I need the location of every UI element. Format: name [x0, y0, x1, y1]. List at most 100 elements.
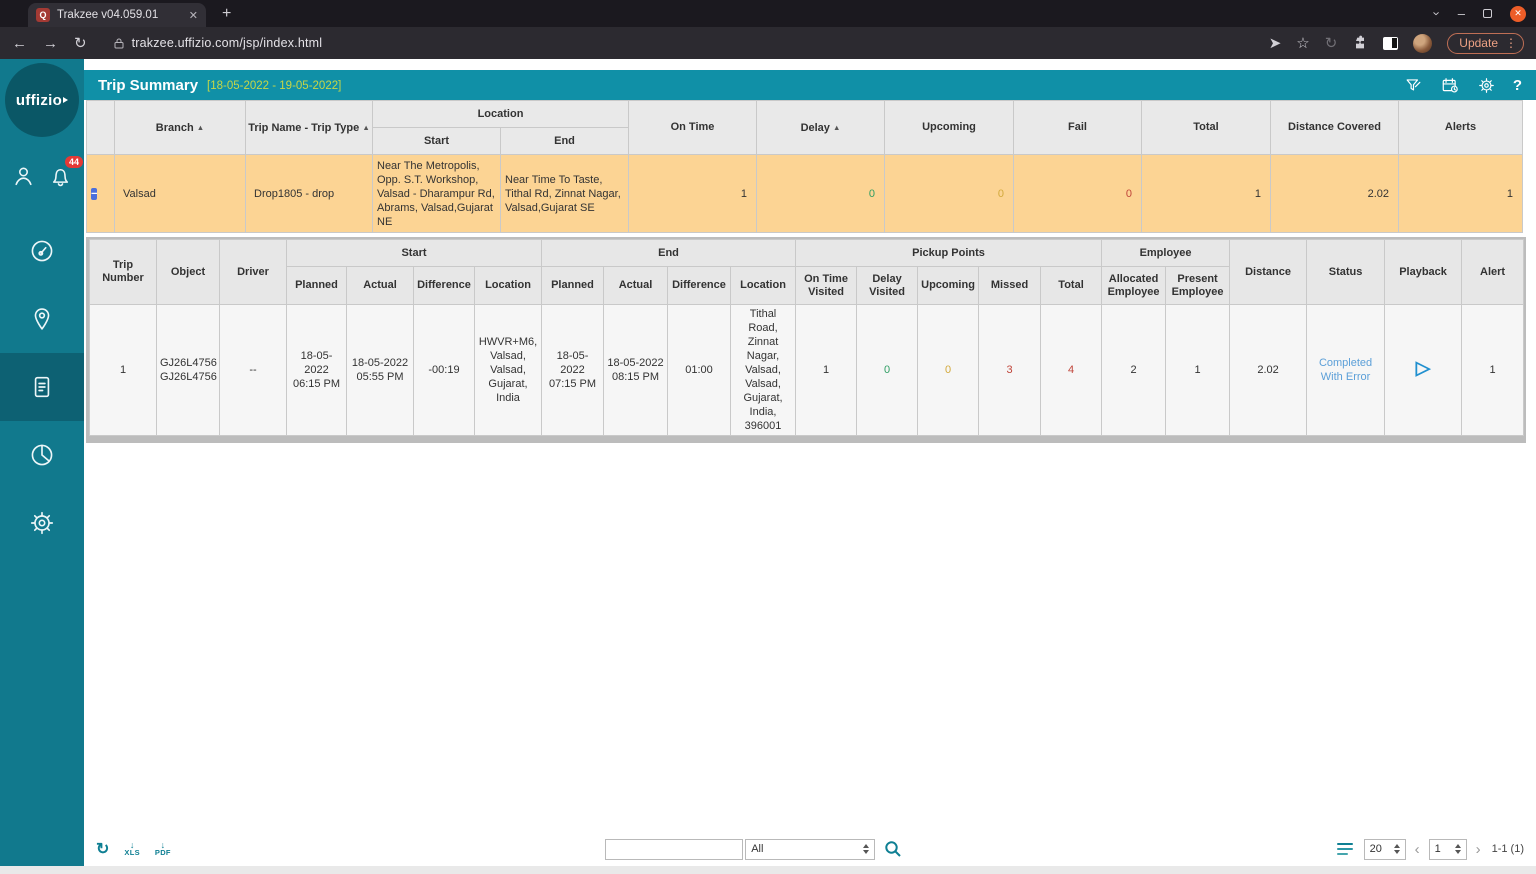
- sidebar-item-reports[interactable]: [0, 353, 84, 421]
- delay-cell: 0: [757, 155, 885, 233]
- trip-detail-table: Trip Number Object Driver Start End Pick…: [89, 239, 1524, 436]
- send-icon[interactable]: ➤: [1269, 34, 1282, 52]
- filter-funnel-icon[interactable]: [1404, 76, 1423, 95]
- alerts-cell: 1: [1399, 155, 1523, 233]
- col-start-location[interactable]: Location: [475, 267, 542, 305]
- trip-detail-frame: Trip Number Object Driver Start End Pick…: [86, 237, 1526, 443]
- sidebar-item-analytics[interactable]: [0, 421, 84, 489]
- col-allocated-employee[interactable]: Allocated Employee: [1102, 267, 1166, 305]
- uffizio-logo[interactable]: uffizio: [5, 63, 79, 137]
- profile-avatar[interactable]: [1413, 34, 1432, 53]
- export-xls-button[interactable]: ↓ XLS: [124, 841, 140, 857]
- col-pp-upcoming[interactable]: Upcoming: [918, 267, 979, 305]
- col-alert[interactable]: Alert: [1462, 240, 1524, 305]
- start-actual-cell: 18-05-2022 05:55 PM: [347, 305, 414, 436]
- col-pp-total[interactable]: Total: [1041, 267, 1102, 305]
- col-start-actual[interactable]: Actual: [347, 267, 414, 305]
- help-icon[interactable]: ?: [1513, 77, 1522, 94]
- new-tab-button[interactable]: +: [222, 5, 231, 23]
- col-start-group: Start: [287, 240, 542, 267]
- col-start-planned[interactable]: Planned: [287, 267, 347, 305]
- report-document-icon: [28, 373, 56, 401]
- start-difference-cell: -00:19: [414, 305, 475, 436]
- search-icon[interactable]: [884, 840, 902, 858]
- col-start-difference[interactable]: Difference: [414, 267, 475, 305]
- sidebar-toggle-icon[interactable]: [1383, 37, 1398, 50]
- window-close-button[interactable]: ✕: [1510, 6, 1526, 22]
- col-end-difference[interactable]: Difference: [668, 267, 731, 305]
- page-size-stepper[interactable]: 20: [1364, 839, 1406, 860]
- col-trip-number[interactable]: Trip Number: [90, 240, 157, 305]
- col-on-time[interactable]: On Time: [629, 101, 757, 155]
- col-alerts[interactable]: Alerts: [1399, 101, 1523, 155]
- extensions-puzzle-icon[interactable]: [1352, 35, 1368, 51]
- col-driver[interactable]: Driver: [220, 240, 287, 305]
- forward-button[interactable]: →: [43, 35, 58, 52]
- end-actual-cell: 18-05-2022 08:15 PM: [604, 305, 668, 436]
- tab-search-icon[interactable]: ›: [1430, 11, 1445, 15]
- sidebar-item-user[interactable]: [10, 163, 37, 195]
- back-button[interactable]: ←: [12, 35, 27, 52]
- col-distance-covered[interactable]: Distance Covered: [1271, 101, 1399, 155]
- row-checkbox[interactable]: −: [91, 188, 97, 200]
- search-input[interactable]: [605, 839, 743, 860]
- col-location-end[interactable]: End: [501, 128, 629, 155]
- page-number-stepper[interactable]: 1: [1429, 839, 1467, 860]
- col-end-actual[interactable]: Actual: [604, 267, 668, 305]
- sidebar-item-tracking[interactable]: [0, 285, 84, 353]
- col-delay[interactable]: Delay ▲: [757, 101, 885, 155]
- col-end-planned[interactable]: Planned: [542, 267, 604, 305]
- browser-menu-icon[interactable]: ⋮: [1505, 36, 1517, 50]
- tab-close-icon[interactable]: ✕: [189, 9, 198, 22]
- sidebar-item-dashboard[interactable]: [0, 217, 84, 285]
- fail-cell: 0: [1014, 155, 1142, 233]
- address-bar[interactable]: trakzee.uffizio.com/jsp/index.html: [113, 36, 1253, 50]
- prev-page-button[interactable]: ‹: [1415, 841, 1420, 858]
- bookmark-star-icon[interactable]: ☆: [1296, 34, 1309, 52]
- col-status[interactable]: Status: [1307, 240, 1385, 305]
- row-select-cell: −: [87, 155, 115, 233]
- col-object[interactable]: Object: [157, 240, 220, 305]
- on-time-cell: 1: [629, 155, 757, 233]
- reload-button[interactable]: ↻: [74, 34, 87, 52]
- col-fail[interactable]: Fail: [1014, 101, 1142, 155]
- header-gear-icon[interactable]: [1477, 76, 1496, 95]
- update-button[interactable]: Update ⋮: [1447, 33, 1524, 54]
- col-on-time-visited[interactable]: On Time Visited: [796, 267, 857, 305]
- col-delay-visited[interactable]: Delay Visited: [857, 267, 918, 305]
- sync-icon[interactable]: ↻: [1325, 34, 1338, 52]
- col-upcoming[interactable]: Upcoming: [885, 101, 1014, 155]
- refresh-icon[interactable]: ↻: [96, 839, 109, 859]
- rows-per-page-icon[interactable]: [1337, 843, 1353, 856]
- location-pin-icon: [28, 305, 56, 333]
- upcoming-cell: 0: [885, 155, 1014, 233]
- col-trip-name[interactable]: Trip Name - Trip Type ▲: [246, 101, 373, 155]
- distance-cell: 2.02: [1230, 305, 1307, 436]
- col-end-location[interactable]: Location: [731, 267, 796, 305]
- calendar-schedule-icon[interactable]: [1440, 76, 1460, 95]
- col-branch[interactable]: Branch ▲: [115, 101, 246, 155]
- browser-tab[interactable]: Q Trakzee v04.059.01 ✕: [28, 3, 206, 27]
- window-minimize-button[interactable]: –: [1458, 6, 1465, 21]
- col-location-start[interactable]: Start: [373, 128, 501, 155]
- driver-cell: --: [220, 305, 287, 436]
- sidebar-item-notifications[interactable]: 44: [47, 163, 74, 195]
- alert-cell: 1: [1462, 305, 1524, 436]
- play-icon[interactable]: ▷: [1416, 358, 1431, 379]
- col-playback[interactable]: Playback: [1385, 240, 1462, 305]
- export-pdf-button[interactable]: ↓ PDF: [155, 841, 171, 857]
- date-range: [18-05-2022 - 19-05-2022]: [207, 80, 341, 92]
- pp-total-cell: 4: [1041, 305, 1102, 436]
- sidebar-item-settings[interactable]: [0, 489, 84, 557]
- status-link[interactable]: Completed With Error: [1319, 357, 1372, 383]
- delay-visited-cell: 0: [857, 305, 918, 436]
- col-missed[interactable]: Missed: [979, 267, 1041, 305]
- search-column-select[interactable]: All: [745, 839, 875, 860]
- col-present-employee[interactable]: Present Employee: [1166, 267, 1230, 305]
- window-restore-button[interactable]: [1483, 9, 1492, 18]
- next-page-button[interactable]: ›: [1476, 841, 1481, 858]
- col-total[interactable]: Total: [1142, 101, 1271, 155]
- present-employee-cell: 1: [1166, 305, 1230, 436]
- sort-asc-icon: ▲: [362, 123, 369, 132]
- col-distance[interactable]: Distance: [1230, 240, 1307, 305]
